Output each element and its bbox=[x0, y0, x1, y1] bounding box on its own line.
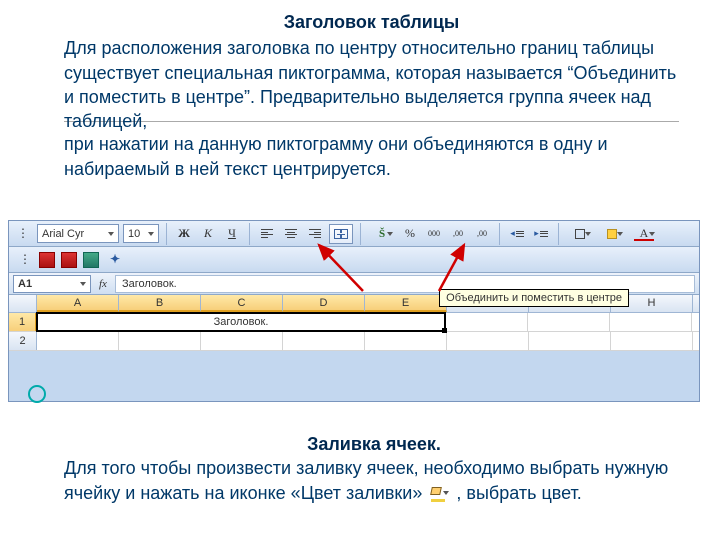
bold-button[interactable]: Ж bbox=[174, 224, 194, 244]
cell[interactable] bbox=[610, 313, 692, 331]
bullet-icon bbox=[28, 385, 46, 403]
cell[interactable] bbox=[611, 332, 693, 350]
excel-screenshot: ⋮ Arial Cyr 10 Ж К Ч Š % 000 ,00 ,00 ◂ ▸… bbox=[8, 220, 700, 402]
align-left-button[interactable] bbox=[257, 224, 277, 244]
underline-button[interactable]: Ч bbox=[222, 224, 242, 244]
font-name-dropdown[interactable]: Arial Cyr bbox=[37, 224, 119, 243]
font-color-button[interactable]: A bbox=[630, 224, 658, 244]
fill-paragraph: Для того чтобы произвести заливку ячеек,… bbox=[64, 456, 684, 505]
section-title: Заголовок таблицы bbox=[64, 10, 679, 34]
chevron-down-icon bbox=[148, 232, 154, 236]
row-header[interactable]: 1 bbox=[9, 313, 37, 331]
name-box-value: A1 bbox=[18, 278, 32, 290]
increase-indent-button[interactable]: ▸ bbox=[531, 224, 551, 244]
borders-button[interactable] bbox=[566, 224, 594, 244]
fill-section-title: Заливка ячеек. bbox=[64, 432, 684, 456]
column-header[interactable]: C bbox=[201, 295, 283, 312]
borders-icon bbox=[575, 229, 585, 239]
cell[interactable] bbox=[446, 313, 528, 331]
formula-bar-value: Заголовок. bbox=[122, 278, 177, 290]
merge-center-icon bbox=[334, 229, 348, 239]
cell[interactable] bbox=[365, 332, 447, 350]
toolbar-grip-icon: ⋮ bbox=[15, 250, 35, 270]
cell[interactable] bbox=[37, 332, 119, 350]
table-row: 2 bbox=[9, 332, 699, 351]
name-box[interactable]: A1 bbox=[13, 275, 91, 293]
pdf-mail-icon[interactable] bbox=[83, 252, 99, 268]
intro-paragraph-2: при нажатии на данную пиктограмму они об… bbox=[64, 132, 679, 181]
cell[interactable] bbox=[447, 332, 529, 350]
currency-button[interactable]: Š bbox=[368, 224, 396, 244]
column-header[interactable]: E bbox=[365, 295, 447, 312]
cell[interactable] bbox=[201, 332, 283, 350]
fill-bucket-icon bbox=[607, 229, 617, 239]
fill-color-icon bbox=[429, 486, 449, 502]
cell[interactable] bbox=[529, 332, 611, 350]
table-row: 1 Заголовок. bbox=[9, 313, 699, 332]
merged-title-cell[interactable]: Заголовок. bbox=[36, 312, 446, 332]
row-header[interactable]: 2 bbox=[9, 332, 37, 350]
cell[interactable] bbox=[528, 313, 610, 331]
pdf-export-icon[interactable] bbox=[61, 252, 77, 268]
merge-center-button[interactable] bbox=[329, 224, 353, 244]
divider-line bbox=[64, 121, 679, 122]
intro-paragraph-1: Для расположения заголовка по центру отн… bbox=[64, 36, 679, 133]
chevron-down-icon bbox=[108, 232, 114, 236]
decrease-indent-button[interactable]: ◂ bbox=[507, 224, 527, 244]
fill-section: Заливка ячеек. Для того чтобы произвести… bbox=[64, 432, 684, 505]
font-size-dropdown[interactable]: 10 bbox=[123, 224, 159, 243]
font-name-value: Arial Cyr bbox=[42, 228, 84, 240]
italic-button[interactable]: К bbox=[198, 224, 218, 244]
fx-label[interactable]: fx bbox=[99, 278, 107, 290]
decrease-decimal-button[interactable]: ,00 bbox=[472, 224, 492, 244]
column-header[interactable]: B bbox=[119, 295, 201, 312]
select-all-corner[interactable] bbox=[9, 295, 37, 312]
chevron-down-icon bbox=[80, 282, 86, 286]
toolbar-grip-icon: ⋮ bbox=[13, 224, 33, 244]
column-header[interactable]: D bbox=[283, 295, 365, 312]
merge-center-tooltip: Объединить и поместить в центре bbox=[439, 289, 629, 307]
comma-style-button[interactable]: 000 bbox=[424, 224, 444, 244]
pdf-export-icon[interactable] bbox=[39, 252, 55, 268]
font-size-value: 10 bbox=[128, 228, 140, 240]
cell[interactable] bbox=[283, 332, 365, 350]
secondary-toolbar: ⋮ ✦ bbox=[9, 247, 699, 273]
align-right-button[interactable] bbox=[305, 224, 325, 244]
pdf-settings-icon[interactable]: ✦ bbox=[105, 250, 125, 270]
column-header[interactable]: A bbox=[37, 295, 119, 312]
fill-color-button[interactable] bbox=[598, 224, 626, 244]
intro-text-block: Заголовок таблицы Для расположения загол… bbox=[64, 10, 679, 181]
percent-button[interactable]: % bbox=[400, 224, 420, 244]
increase-decimal-button[interactable]: ,00 bbox=[448, 224, 468, 244]
formatting-toolbar: ⋮ Arial Cyr 10 Ж К Ч Š % 000 ,00 ,00 ◂ ▸… bbox=[9, 221, 699, 247]
cell[interactable] bbox=[119, 332, 201, 350]
align-center-button[interactable] bbox=[281, 224, 301, 244]
